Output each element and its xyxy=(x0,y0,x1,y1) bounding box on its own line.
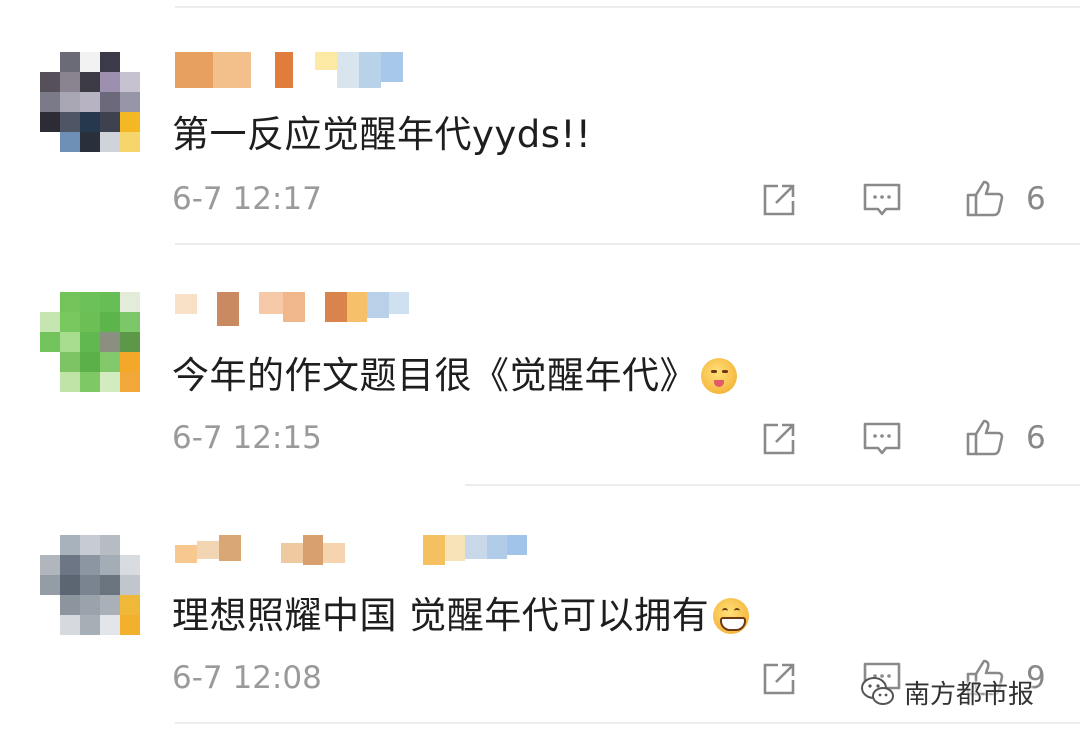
wechat-icon xyxy=(860,676,896,708)
grinning-face-emoji xyxy=(713,598,750,634)
divider xyxy=(175,243,1080,245)
drooling-face-emoji xyxy=(701,358,737,394)
divider xyxy=(175,722,1080,724)
comment-timestamp: 6-7 12:15 xyxy=(172,420,322,456)
share-icon[interactable] xyxy=(758,659,798,699)
comment-timestamp: 6-7 12:08 xyxy=(172,660,322,696)
share-icon[interactable] xyxy=(758,419,798,459)
avatar[interactable] xyxy=(40,535,140,635)
like-count: 6 xyxy=(1026,420,1046,456)
thumbs-up-icon[interactable] xyxy=(965,417,1005,457)
comment-text: 理想照耀中国 觉醒年代可以拥有 xyxy=(172,585,750,639)
comment-icon[interactable] xyxy=(862,419,902,459)
comment-item: 理想照耀中国 觉醒年代可以拥有 6-7 12:08 9 xyxy=(0,0,1080,696)
divider xyxy=(465,484,1080,486)
watermark: 南方都市报 xyxy=(860,672,1034,712)
watermark-text: 南方都市报 xyxy=(904,679,1035,710)
comment-text: 今年的作文题目很《觉醒年代》 xyxy=(172,345,737,399)
username[interactable] xyxy=(175,292,409,332)
avatar[interactable] xyxy=(40,292,140,392)
username[interactable] xyxy=(175,535,527,575)
